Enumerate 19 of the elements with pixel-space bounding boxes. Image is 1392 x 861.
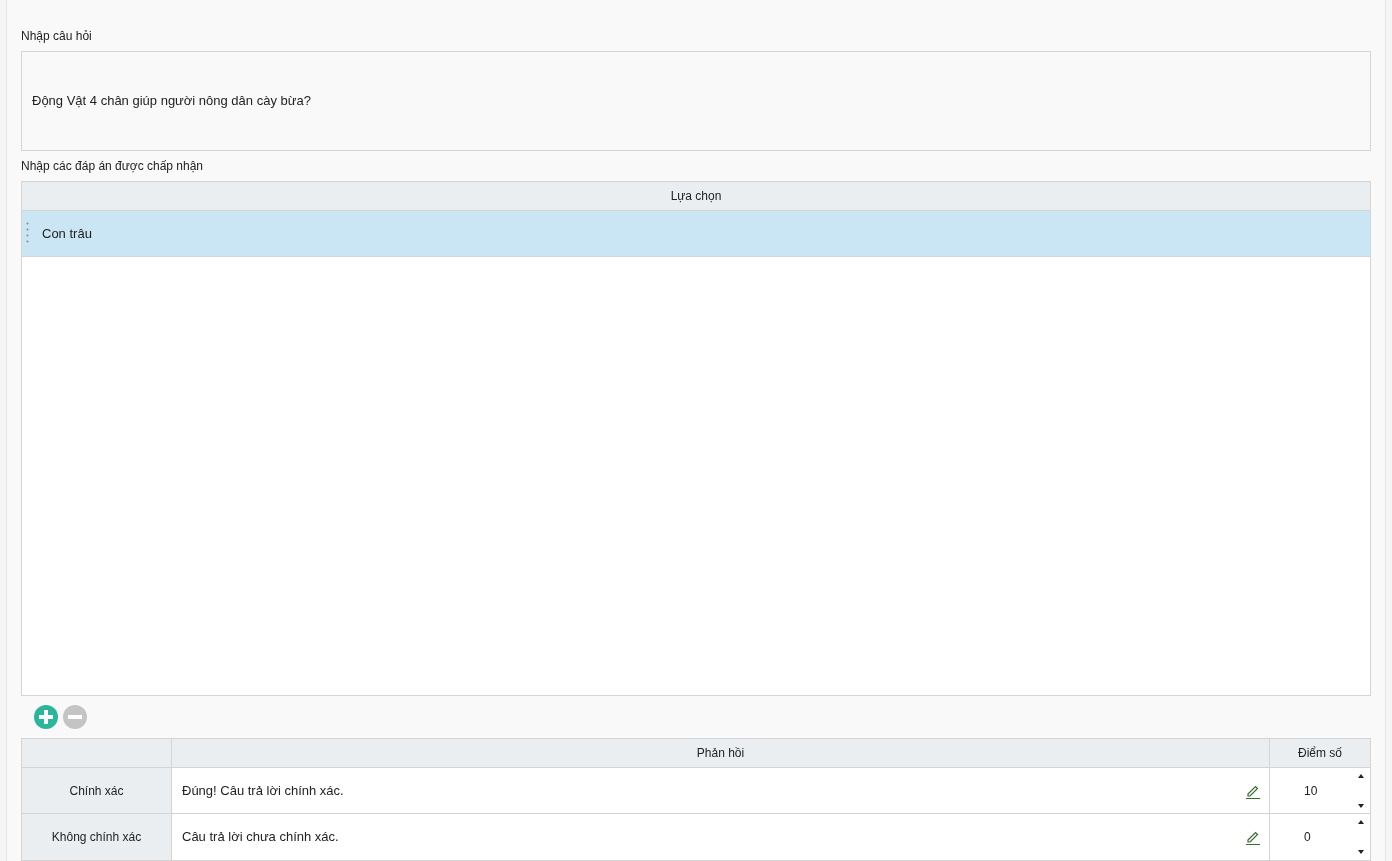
- column-header: Phản hồi: [172, 739, 1270, 767]
- pencil-icon[interactable]: [1245, 829, 1261, 845]
- spinner-arrows-icon[interactable]: [1358, 819, 1364, 855]
- score-spinner[interactable]: 0: [1270, 814, 1370, 860]
- feedback-text: Câu trả lời chưa chính xác.: [182, 828, 339, 847]
- add-button[interactable]: [34, 705, 58, 730]
- row-header: Chính xác: [22, 768, 172, 813]
- spinner-arrows-icon[interactable]: [1358, 772, 1364, 809]
- answer-text: Con trâu: [42, 224, 92, 243]
- answer-row[interactable]: Con trâu: [22, 210, 1370, 257]
- drag-handle-icon[interactable]: [26, 222, 29, 245]
- column-header: Điểm số: [1297, 745, 1343, 762]
- row-header: Không chính xác: [22, 814, 172, 860]
- question-field[interactable]: Động Vật 4 chân giúp người nông dân cày bừa?: [21, 51, 1371, 151]
- score-spinner[interactable]: 10: [1270, 768, 1370, 813]
- question-label: Nhập câu hỏi: [21, 28, 93, 44]
- column-header: Lựa chọn: [22, 181, 1370, 211]
- feedback-text: Đúng! Câu trả lời chính xác.: [182, 781, 344, 800]
- answers-label: Nhập các đáp án được chấp nhận: [21, 157, 205, 174]
